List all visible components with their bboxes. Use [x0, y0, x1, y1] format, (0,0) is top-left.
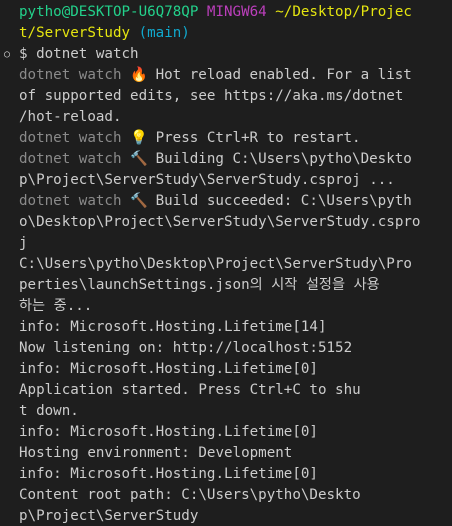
- application-started-text: Application started. Press Ctrl+C to shu: [19, 382, 361, 398]
- output-line: dotnet watch 🔨 Build succeeded: C:\Users…: [19, 191, 452, 212]
- prompt-user-host: pytho@DESKTOP-U6Q78QP: [19, 4, 199, 20]
- watch-prefix: dotnet watch: [19, 130, 122, 146]
- info-log-header: info: Microsoft.Hosting.Lifetime[0]: [19, 361, 318, 377]
- output-line: info: Microsoft.Hosting.Lifetime[14]: [19, 317, 452, 338]
- command-decoration-icon[interactable]: ○: [4, 44, 10, 65]
- prompt-shell: MINGW64: [206, 4, 267, 20]
- fire-icon: 🔥: [130, 67, 148, 83]
- output-line: perties\launchSettings.json의 시작 설정을 사용: [19, 275, 452, 296]
- hammer-icon: 🔨: [130, 151, 148, 167]
- building-text: Building C:\Users\pytho\Deskto: [147, 151, 412, 167]
- output-line: info: Microsoft.Hosting.Lifetime[0]: [19, 464, 452, 485]
- output-line: dotnet watch 💡 Press Ctrl+R to restart.: [19, 128, 452, 149]
- info-log-header: info: Microsoft.Hosting.Lifetime[0]: [19, 466, 318, 482]
- terminal-window[interactable]: pytho@DESKTOP-U6Q78QP MINGW64 ~/Desktop/…: [0, 0, 452, 526]
- building-text: p\Project\ServerStudy\ServerStudy.csproj…: [19, 172, 395, 188]
- output-line: p\Project\ServerStudy: [19, 506, 452, 526]
- prompt-path-continued: t/ServerStudy: [19, 25, 131, 41]
- watch-prefix: dotnet watch: [19, 193, 122, 209]
- application-started-text: t down.: [19, 403, 79, 419]
- listening-url-text[interactable]: Now listening on: http://localhost:5152: [19, 340, 352, 356]
- prompt-line-2: t/ServerStudy (main): [19, 23, 452, 44]
- prompt-symbol: $: [19, 46, 28, 62]
- output-line: info: Microsoft.Hosting.Lifetime[0]: [19, 422, 452, 443]
- output-line: o\Desktop\Project\ServerStudy\ServerStud…: [19, 212, 452, 233]
- watch-prefix: dotnet watch: [19, 151, 122, 167]
- output-line: Content root path: C:\Users\pytho\Deskto: [19, 485, 452, 506]
- launch-settings-text: 하는 중...: [19, 298, 93, 314]
- output-line: info: Microsoft.Hosting.Lifetime[0]: [19, 359, 452, 380]
- hot-reload-text: Hot reload enabled. For a list: [147, 67, 412, 83]
- output-line: Now listening on: http://localhost:5152: [19, 338, 452, 359]
- output-line: j: [19, 233, 452, 254]
- prompt-branch: (main): [138, 25, 190, 41]
- output-line: 하는 중...: [19, 296, 452, 317]
- hammer-icon: 🔨: [130, 193, 148, 209]
- output-line: t down.: [19, 401, 452, 422]
- prompt-path: ~/Desktop/Projec: [275, 4, 412, 20]
- command-text: dotnet watch: [36, 46, 139, 62]
- content-root-text: Content root path: C:\Users\pytho\Deskto: [19, 487, 361, 503]
- info-log-header: info: Microsoft.Hosting.Lifetime[14]: [19, 319, 327, 335]
- build-succeeded-text: j: [19, 235, 28, 251]
- launch-settings-text: C:\Users\pytho\Desktop\Project\ServerStu…: [19, 256, 412, 272]
- content-root-text: p\Project\ServerStudy: [19, 508, 199, 524]
- info-log-header: info: Microsoft.Hosting.Lifetime[0]: [19, 424, 318, 440]
- output-line: dotnet watch 🔨 Building C:\Users\pytho\D…: [19, 149, 452, 170]
- output-line: Application started. Press Ctrl+C to shu: [19, 380, 452, 401]
- build-succeeded-text: o\Desktop\Project\ServerStudy\ServerStud…: [19, 214, 421, 230]
- watch-prefix: dotnet watch: [19, 67, 122, 83]
- output-line: p\Project\ServerStudy\ServerStudy.csproj…: [19, 170, 452, 191]
- hosting-environment-text: Hosting environment: Development: [19, 445, 293, 461]
- output-line: Hosting environment: Development: [19, 443, 452, 464]
- hot-reload-text: of supported edits, see https://aka.ms/d…: [19, 88, 404, 104]
- output-line: /hot-reload.: [19, 107, 452, 128]
- hot-reload-text: /hot-reload.: [19, 109, 122, 125]
- launch-settings-text: perties\launchSettings.json의 시작 설정을 사용: [19, 277, 380, 293]
- output-line: C:\Users\pytho\Desktop\Project\ServerStu…: [19, 254, 452, 275]
- output-line: dotnet watch 🔥 Hot reload enabled. For a…: [19, 65, 452, 86]
- command-line: ○ $ dotnet watch: [4, 44, 452, 65]
- lightbulb-icon: 💡: [130, 130, 148, 146]
- prompt-line-1: pytho@DESKTOP-U6Q78QP MINGW64 ~/Desktop/…: [19, 2, 452, 23]
- build-succeeded-text: Build succeeded: C:\Users\pyth: [147, 193, 412, 209]
- output-line: of supported edits, see https://aka.ms/d…: [19, 86, 452, 107]
- restart-text: Press Ctrl+R to restart.: [147, 130, 361, 146]
